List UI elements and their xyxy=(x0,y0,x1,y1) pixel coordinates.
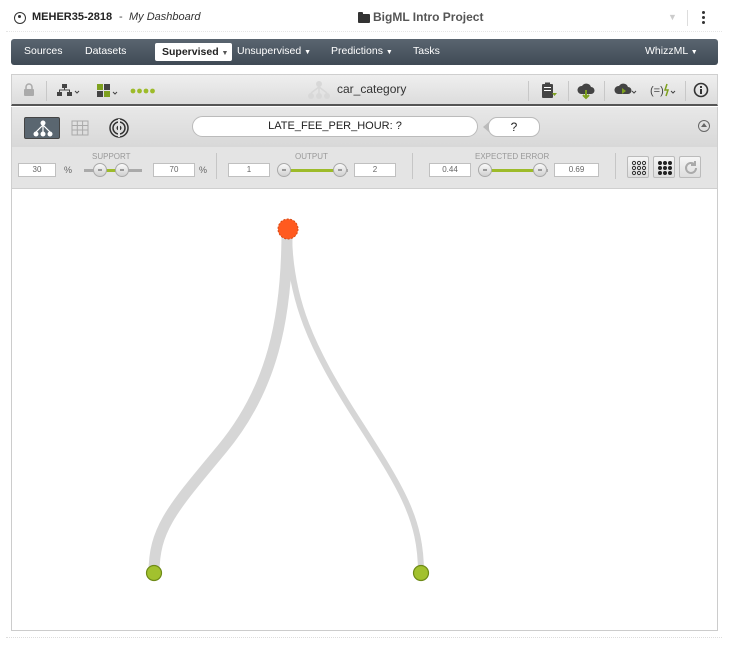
output-min-handle[interactable] xyxy=(277,163,291,177)
dataset-icon[interactable] xyxy=(96,83,120,99)
more-menu-icon[interactable] xyxy=(696,10,710,28)
prediction-result: ? xyxy=(488,117,540,137)
output-label: OUTPUT xyxy=(295,152,328,161)
clipboard-icon[interactable] xyxy=(540,82,558,100)
caret-down-icon: ▼ xyxy=(690,49,698,56)
support-min-input[interactable]: 30 xyxy=(18,163,56,177)
chevron-down-icon[interactable]: ▼ xyxy=(668,12,677,22)
nav-unsupervised[interactable]: Unsupervised ▼ xyxy=(237,45,311,57)
grid-view-button[interactable] xyxy=(62,117,98,139)
support-max-unit: % xyxy=(199,165,208,175)
leaf-node-left[interactable] xyxy=(145,564,163,582)
sunburst-view-button[interactable] xyxy=(100,117,136,139)
user-icon xyxy=(14,12,26,24)
leaf-node-right[interactable] xyxy=(412,564,430,582)
model-icon xyxy=(308,81,330,99)
user-separator: - xyxy=(119,11,123,23)
grid-icon xyxy=(71,120,89,136)
nav-tasks[interactable]: Tasks xyxy=(413,45,440,57)
support-label: SUPPORT xyxy=(92,152,131,161)
prediction-bar: LATE_FEE_PER_HOUR: ? ? xyxy=(11,107,718,147)
dots-grid-icon xyxy=(631,160,647,176)
nav-unsupervised-label: Unsupervised xyxy=(237,45,302,57)
expected-error-max-input[interactable]: 0.69 xyxy=(554,163,599,177)
sparse-dots-button[interactable] xyxy=(627,156,649,178)
divider xyxy=(685,81,686,101)
divider xyxy=(604,81,605,101)
divider xyxy=(412,153,413,179)
tree-branch-left xyxy=(148,225,293,579)
top-user-bar: MEHER35-2818 - My Dashboard BigML Intro … xyxy=(6,2,722,32)
nav-predictions[interactable]: Predictions ▼ xyxy=(331,45,393,57)
tree-icon xyxy=(33,120,53,137)
bottom-divider xyxy=(6,637,722,638)
formula-icon[interactable]: (=) xyxy=(649,82,677,98)
caret-down-icon: ▼ xyxy=(385,49,393,56)
model-name: car_category xyxy=(337,82,407,96)
support-min-unit: % xyxy=(64,165,73,175)
divider xyxy=(46,81,47,101)
nav-whizzml-label: WhizzML xyxy=(645,45,688,57)
divider xyxy=(528,81,529,101)
divider xyxy=(615,153,616,179)
project-selector[interactable]: BigML Intro Project xyxy=(373,10,483,24)
nav-datasets[interactable]: Datasets xyxy=(85,45,126,57)
divider xyxy=(216,153,217,179)
output-max-input[interactable]: 2 xyxy=(354,163,396,177)
filter-bar: SUPPORT 30 % 70 % OUTPUT 1 2 EXPECTED ER… xyxy=(11,147,718,189)
folder-icon xyxy=(358,12,370,23)
tree-branch-right xyxy=(286,228,424,576)
sunburst-icon xyxy=(109,118,129,138)
tree-view-icon[interactable] xyxy=(56,83,80,97)
output-min-input[interactable]: 1 xyxy=(228,163,270,177)
reset-button[interactable] xyxy=(679,156,701,178)
support-min-handle[interactable] xyxy=(93,163,107,177)
support-max-handle[interactable] xyxy=(115,163,129,177)
output-max-handle[interactable] xyxy=(333,163,347,177)
nav-predictions-label: Predictions xyxy=(331,45,383,57)
expected-error-min-input[interactable]: 0.44 xyxy=(429,163,471,177)
nav-supervised[interactable]: Supervised ▼ xyxy=(155,43,232,61)
caret-down-icon: ▼ xyxy=(304,49,312,56)
expected-error-min-handle[interactable] xyxy=(478,163,492,177)
divider xyxy=(687,10,688,26)
user-name[interactable]: MEHER35-2818 xyxy=(32,11,112,23)
prediction-path-field[interactable]: LATE_FEE_PER_HOUR: ? xyxy=(192,116,478,137)
support-max-input[interactable]: 70 xyxy=(153,163,195,177)
nav-whizzml[interactable]: WhizzML ▼ xyxy=(645,45,698,57)
expected-error-max-handle[interactable] xyxy=(533,163,547,177)
model-toolbar: car_category (=) xyxy=(11,74,718,106)
expected-error-label: EXPECTED ERROR xyxy=(475,152,550,161)
info-icon[interactable] xyxy=(693,82,709,98)
root-node[interactable] xyxy=(277,218,299,240)
collapse-icon[interactable] xyxy=(698,120,710,132)
tree-view-button[interactable] xyxy=(24,117,60,139)
nav-sources[interactable]: Sources xyxy=(24,45,63,57)
lock-icon[interactable] xyxy=(23,83,35,97)
cloud-download-icon[interactable] xyxy=(576,82,596,100)
caret-down-icon: ▼ xyxy=(221,50,229,57)
filled-grid-icon xyxy=(658,161,672,175)
dashboard-link[interactable]: My Dashboard xyxy=(129,11,201,23)
refresh-icon xyxy=(685,161,697,174)
decision-tree xyxy=(145,218,430,582)
divider xyxy=(568,81,569,101)
status-dots-icon xyxy=(130,88,155,94)
dense-dots-button[interactable] xyxy=(653,156,675,178)
cloud-action-icon[interactable] xyxy=(614,82,638,98)
main-nav: Sources Datasets Supervised ▼ Unsupervis… xyxy=(11,39,718,65)
tree-canvas xyxy=(11,189,718,631)
nav-supervised-label: Supervised xyxy=(162,46,219,58)
svg-text:(=): (=) xyxy=(650,85,664,97)
